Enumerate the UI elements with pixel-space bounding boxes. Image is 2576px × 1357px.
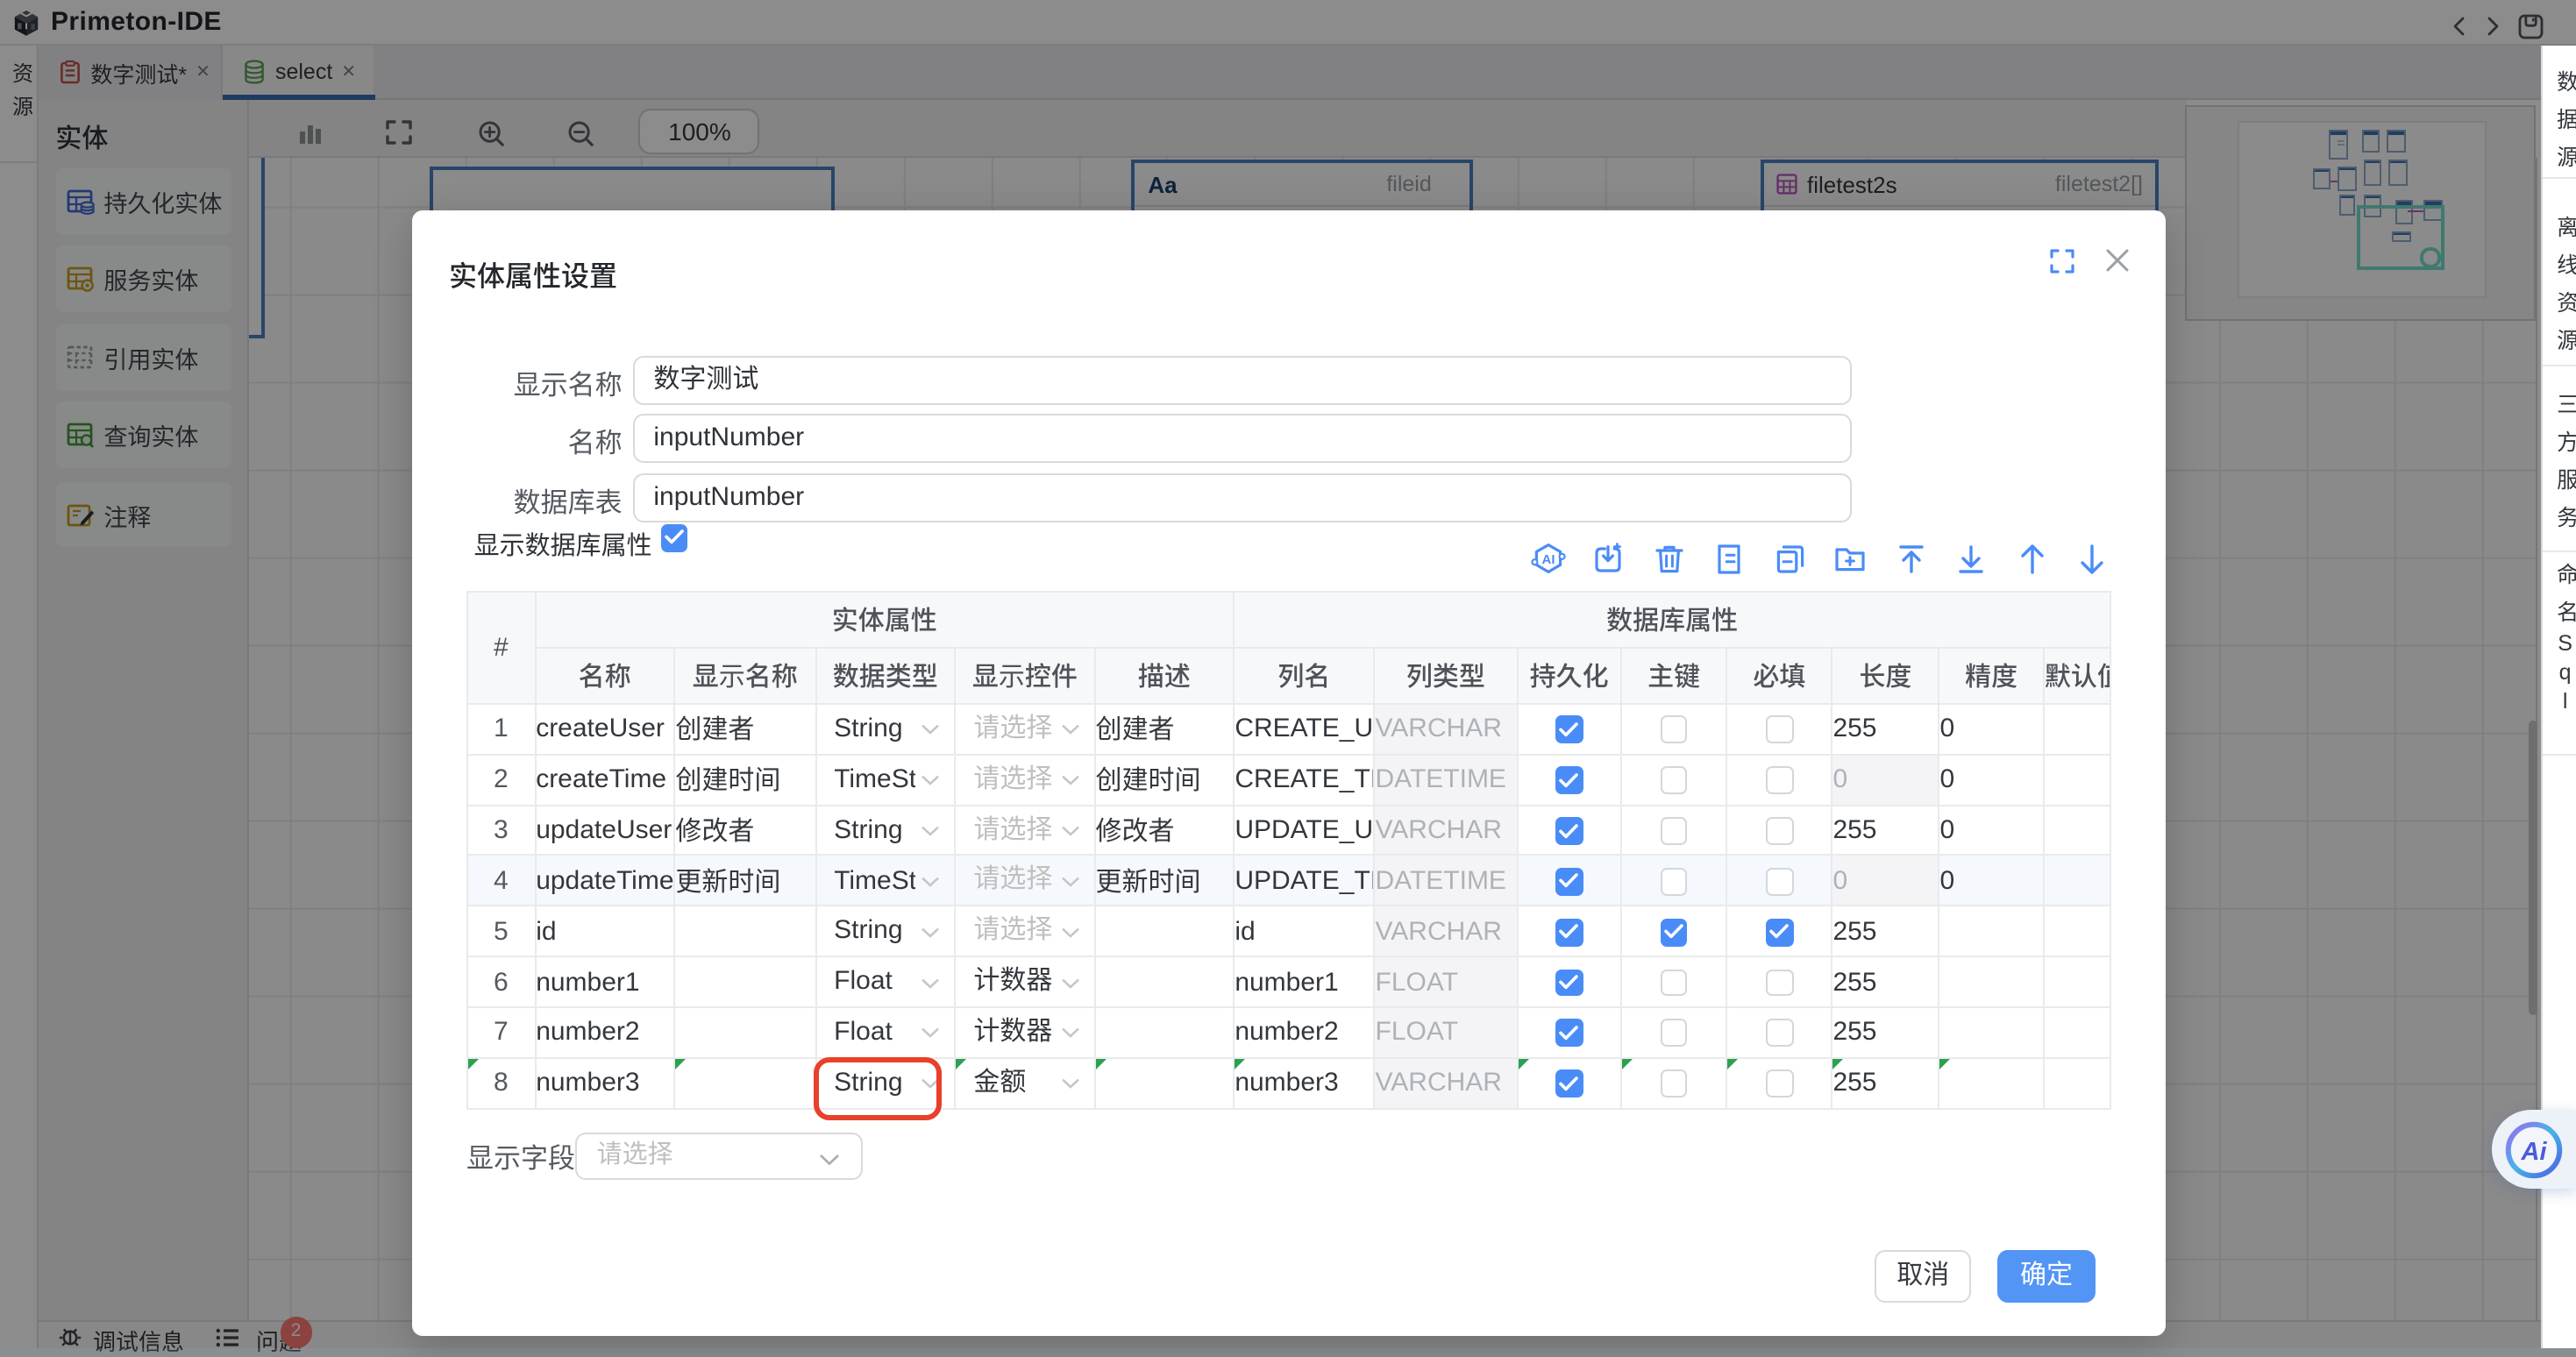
svg-text:Ai: Ai [2521, 1137, 2548, 1165]
svg-text:AI: AI [1541, 552, 1555, 567]
